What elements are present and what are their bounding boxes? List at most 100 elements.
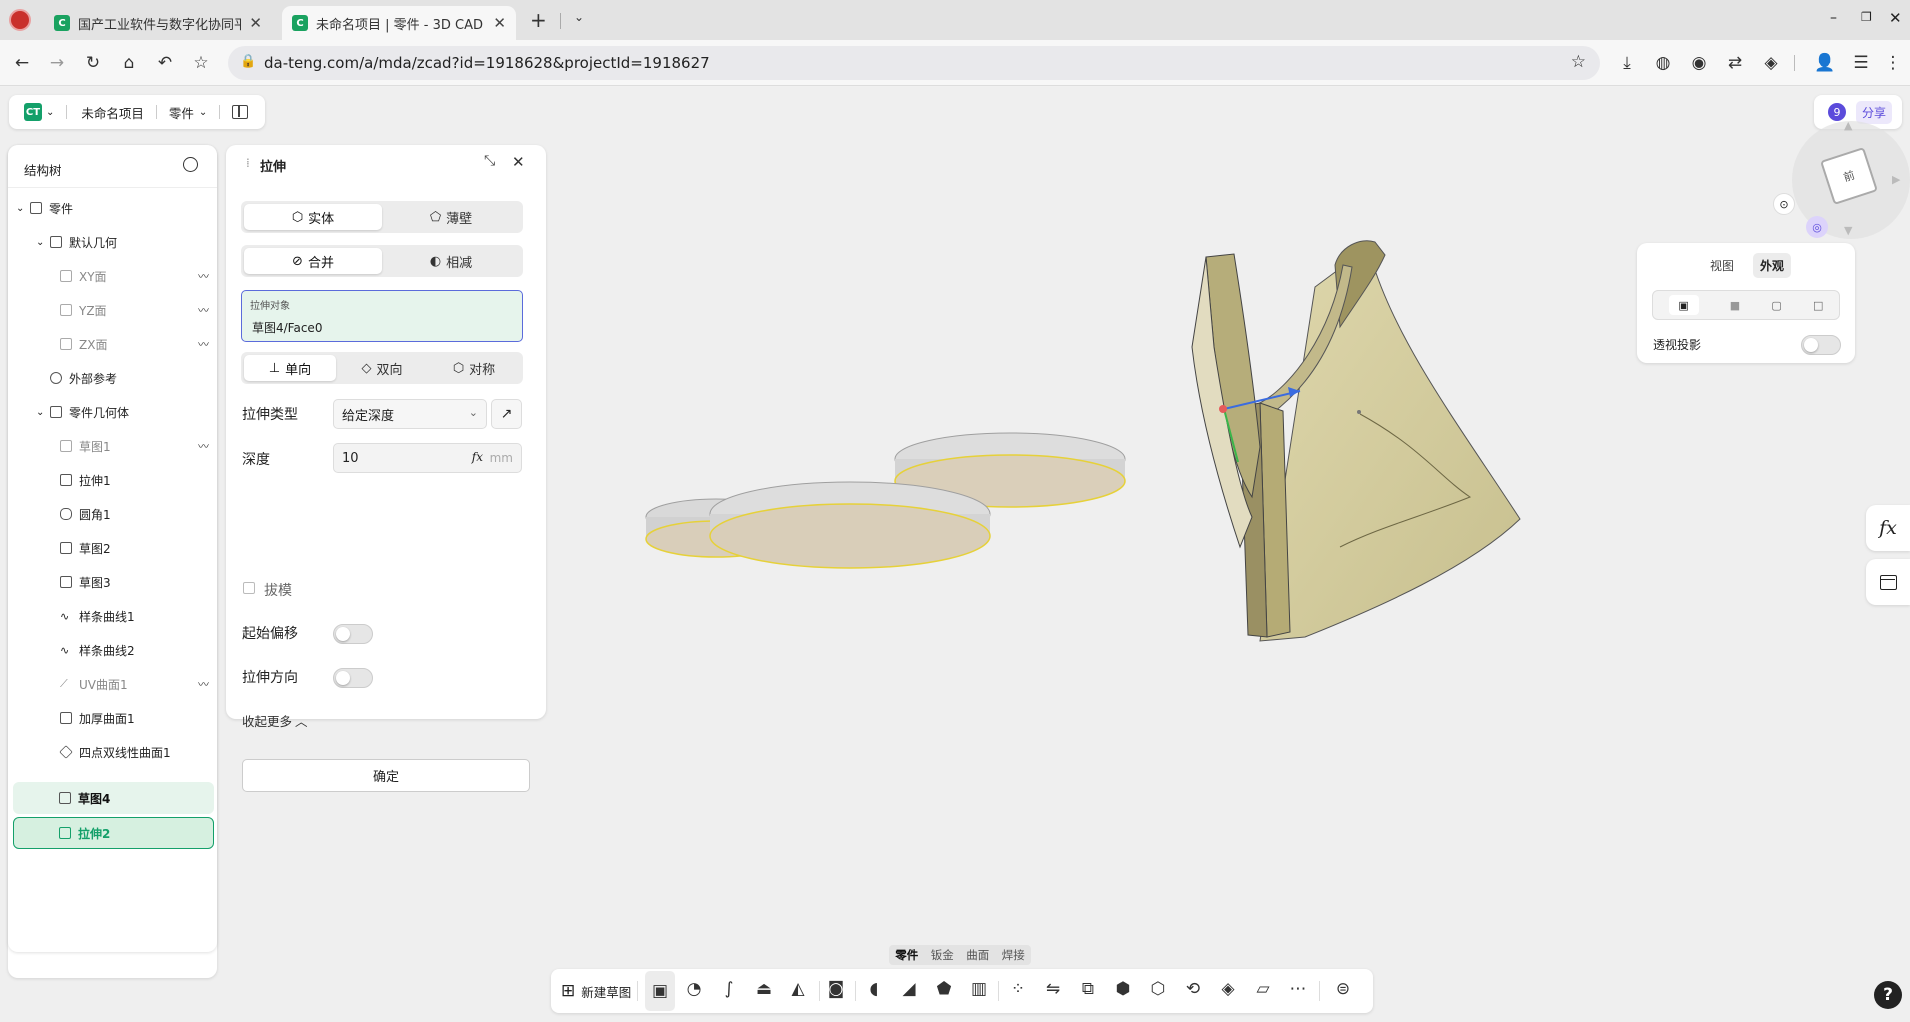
home-icon[interactable]: ⌂ xyxy=(116,50,142,76)
more-menu-icon[interactable]: ⋮ xyxy=(1880,50,1906,76)
pattern-tool-icon[interactable]: ⁘ xyxy=(1003,969,1033,1009)
depth-input[interactable]: 10 fx mm xyxy=(333,443,522,473)
dir-single-option[interactable]: ⊥ 单向 xyxy=(244,355,336,381)
toggle-sidebar-icon[interactable] xyxy=(232,105,249,119)
forward-icon[interactable]: → xyxy=(44,50,70,76)
rib-tool-icon[interactable]: ◭ xyxy=(783,969,813,1009)
view-cube-face-front[interactable]: 前 xyxy=(1820,147,1878,205)
tree-item-external-ref[interactable]: 外部参考 xyxy=(50,362,222,394)
hidden-eye-icon[interactable]: 〰 xyxy=(198,438,209,454)
hole-tool-icon[interactable]: ◙ xyxy=(821,969,851,1009)
view-mode-icon[interactable]: ◎ xyxy=(1806,216,1828,238)
box-tool-icon[interactable]: ⬡ xyxy=(1143,969,1173,1009)
mirror-tool-icon[interactable]: ⇋ xyxy=(1038,969,1068,1009)
flip-direction-button[interactable]: ↗ xyxy=(491,399,522,429)
model-shell-surface[interactable] xyxy=(1259,263,1521,642)
extrude-tool-icon[interactable]: ▣ xyxy=(645,971,675,1011)
tree-item-yz-plane[interactable]: YZ面 〰 xyxy=(60,294,222,326)
new-sketch-button[interactable]: ⊞ 新建草图 xyxy=(561,974,631,1008)
body-solid-option[interactable]: ⬡ 实体 xyxy=(244,204,382,230)
tree-item-extrude2[interactable]: 拉伸2 xyxy=(13,817,214,849)
window-restore-icon[interactable]: ❐ xyxy=(1861,10,1872,24)
combine-tool-icon[interactable]: ⬢ xyxy=(1108,969,1138,1009)
shell-tool-icon[interactable]: ▥ xyxy=(964,969,994,1009)
tree-item-extrude1[interactable]: 拉伸1 xyxy=(60,464,222,496)
extrude-direction-toggle[interactable] xyxy=(333,668,373,688)
extrude-target-field[interactable]: 拉伸对象 草图4/Face0 xyxy=(241,290,523,342)
tree-item-zx-plane[interactable]: ZX面 〰 xyxy=(60,328,222,360)
hidden-eye-icon[interactable]: 〰 xyxy=(198,268,209,284)
formula-fx-icon[interactable]: fx xyxy=(472,450,483,464)
dir-symmetric-option[interactable]: ⬡ 对称 xyxy=(428,355,520,381)
app-logo[interactable]: CT xyxy=(24,103,42,121)
tree-item-part[interactable]: ⌄ 零件 xyxy=(16,192,222,224)
tree-item-thicken-surface1[interactable]: 加厚曲面1 xyxy=(60,702,222,734)
logo-chevron-down-icon[interactable]: ⌄ xyxy=(46,107,54,118)
tab-view[interactable]: 视图 xyxy=(1710,257,1734,274)
close-tab-icon[interactable]: ✕ xyxy=(493,14,506,32)
window-minimize-icon[interactable]: – xyxy=(1830,10,1837,26)
extrude-type-select[interactable]: 给定深度 ⌄ xyxy=(333,399,487,429)
address-bar[interactable]: 🔒 da-teng.com/a/mda/zcad?id=1918628&proj… xyxy=(228,46,1600,80)
measure-tool-icon[interactable]: ⊜ xyxy=(1328,969,1358,1009)
formula-tool-button[interactable]: fx xyxy=(1866,505,1910,551)
tree-item-spline1[interactable]: ∿ 样条曲线1 xyxy=(60,600,222,632)
collapse-chevron-icon[interactable]: ⌄ xyxy=(36,407,50,418)
close-panel-icon[interactable]: ✕ xyxy=(512,153,525,171)
browser-logo-icon[interactable] xyxy=(9,9,31,31)
collapse-chevron-icon[interactable]: ⌄ xyxy=(16,203,30,214)
reference-tool-icon[interactable]: ⋯ xyxy=(1283,969,1313,1009)
tree-item-spline2[interactable]: ∿ 样条曲线2 xyxy=(60,634,222,666)
start-offset-toggle[interactable] xyxy=(333,624,373,644)
table-tool-button[interactable] xyxy=(1866,559,1910,605)
3d-viewport[interactable] xyxy=(640,167,1540,787)
axis-origin-point[interactable] xyxy=(1219,405,1227,413)
browser-tab-2[interactable]: C 未命名项目 | 零件 - 3D CAD ✕ xyxy=(282,6,516,40)
sweep-tool-icon[interactable]: ∫ xyxy=(714,969,744,1009)
fit-view-icon[interactable]: ⊙ xyxy=(1773,193,1795,215)
doc-type-dropdown[interactable]: 零件 xyxy=(169,103,194,122)
shaded-edges-icon[interactable]: ▣ xyxy=(1668,295,1699,315)
body-thin-option[interactable]: ⬠ 薄壁 xyxy=(382,204,520,230)
tree-item-sketch2[interactable]: 草图2 xyxy=(60,532,222,564)
dir-double-option[interactable]: ◇ 双向 xyxy=(336,355,428,381)
op-subtract-option[interactable]: ◐ 相减 xyxy=(382,248,520,274)
globe-icon[interactable]: ◍ xyxy=(1650,50,1676,76)
draft-tool-icon[interactable]: ⬟ xyxy=(929,969,959,1009)
reload-icon[interactable]: ↻ xyxy=(80,50,106,76)
confirm-button[interactable]: 确定 xyxy=(242,759,530,792)
tab-appearance[interactable]: 外观 xyxy=(1753,253,1792,278)
tree-item-default-geometry[interactable]: ⌄ 默认几何 xyxy=(36,226,242,258)
back-icon[interactable]: ← xyxy=(9,50,35,76)
drag-handle-icon[interactable]: ⁞ xyxy=(246,156,250,170)
tree-item-sketch1[interactable]: 草图1 〰 xyxy=(60,430,222,462)
collapse-more-link[interactable]: 收起更多 ︿ xyxy=(242,711,308,730)
fillet-tool-icon[interactable]: ◖ xyxy=(859,969,889,1009)
collapse-chevron-icon[interactable]: ⌄ xyxy=(36,237,50,248)
wireframe-icon[interactable]: □ xyxy=(1813,299,1823,312)
hidden-eye-icon[interactable]: 〰 xyxy=(198,302,209,318)
bookmark-star-icon[interactable]: ☆ xyxy=(188,50,214,76)
hidden-eye-icon[interactable]: 〰 xyxy=(198,676,209,692)
help-icon[interactable]: ? xyxy=(1874,981,1902,1009)
plane-tool-icon[interactable]: ▱ xyxy=(1248,969,1278,1009)
tree-item-sketch4[interactable]: 草图4 xyxy=(13,782,214,814)
rotate-down-icon[interactable]: ▼ xyxy=(1844,224,1852,237)
split-tool-icon[interactable]: ⧉ xyxy=(1073,969,1103,1009)
settings-icon[interactable]: ☰ xyxy=(1848,50,1874,76)
tab-list-chevron-icon[interactable]: ⌄ xyxy=(574,10,584,24)
transform-tool-icon[interactable]: ◈ xyxy=(1213,969,1243,1009)
translate-icon[interactable]: ⇄ xyxy=(1722,50,1748,76)
perspective-toggle[interactable] xyxy=(1801,335,1841,355)
rotate-up-icon[interactable]: ▲ xyxy=(1844,119,1852,132)
draft-checkbox[interactable] xyxy=(243,582,255,594)
undo-icon[interactable]: ↶ xyxy=(152,50,178,76)
profile-icon[interactable]: 👤 xyxy=(1812,50,1838,76)
new-tab-icon[interactable]: + xyxy=(530,8,547,32)
rotate-right-icon[interactable]: ▶ xyxy=(1892,173,1900,186)
shaded-icon[interactable]: ■ xyxy=(1730,299,1740,312)
category-tab-sheetmetal[interactable]: 钣金 xyxy=(931,947,954,963)
tree-item-fillet1[interactable]: 圆角1 xyxy=(60,498,222,530)
category-tab-weld[interactable]: 焊接 xyxy=(1002,947,1025,963)
download-icon[interactable]: ⤓ xyxy=(1614,50,1640,76)
